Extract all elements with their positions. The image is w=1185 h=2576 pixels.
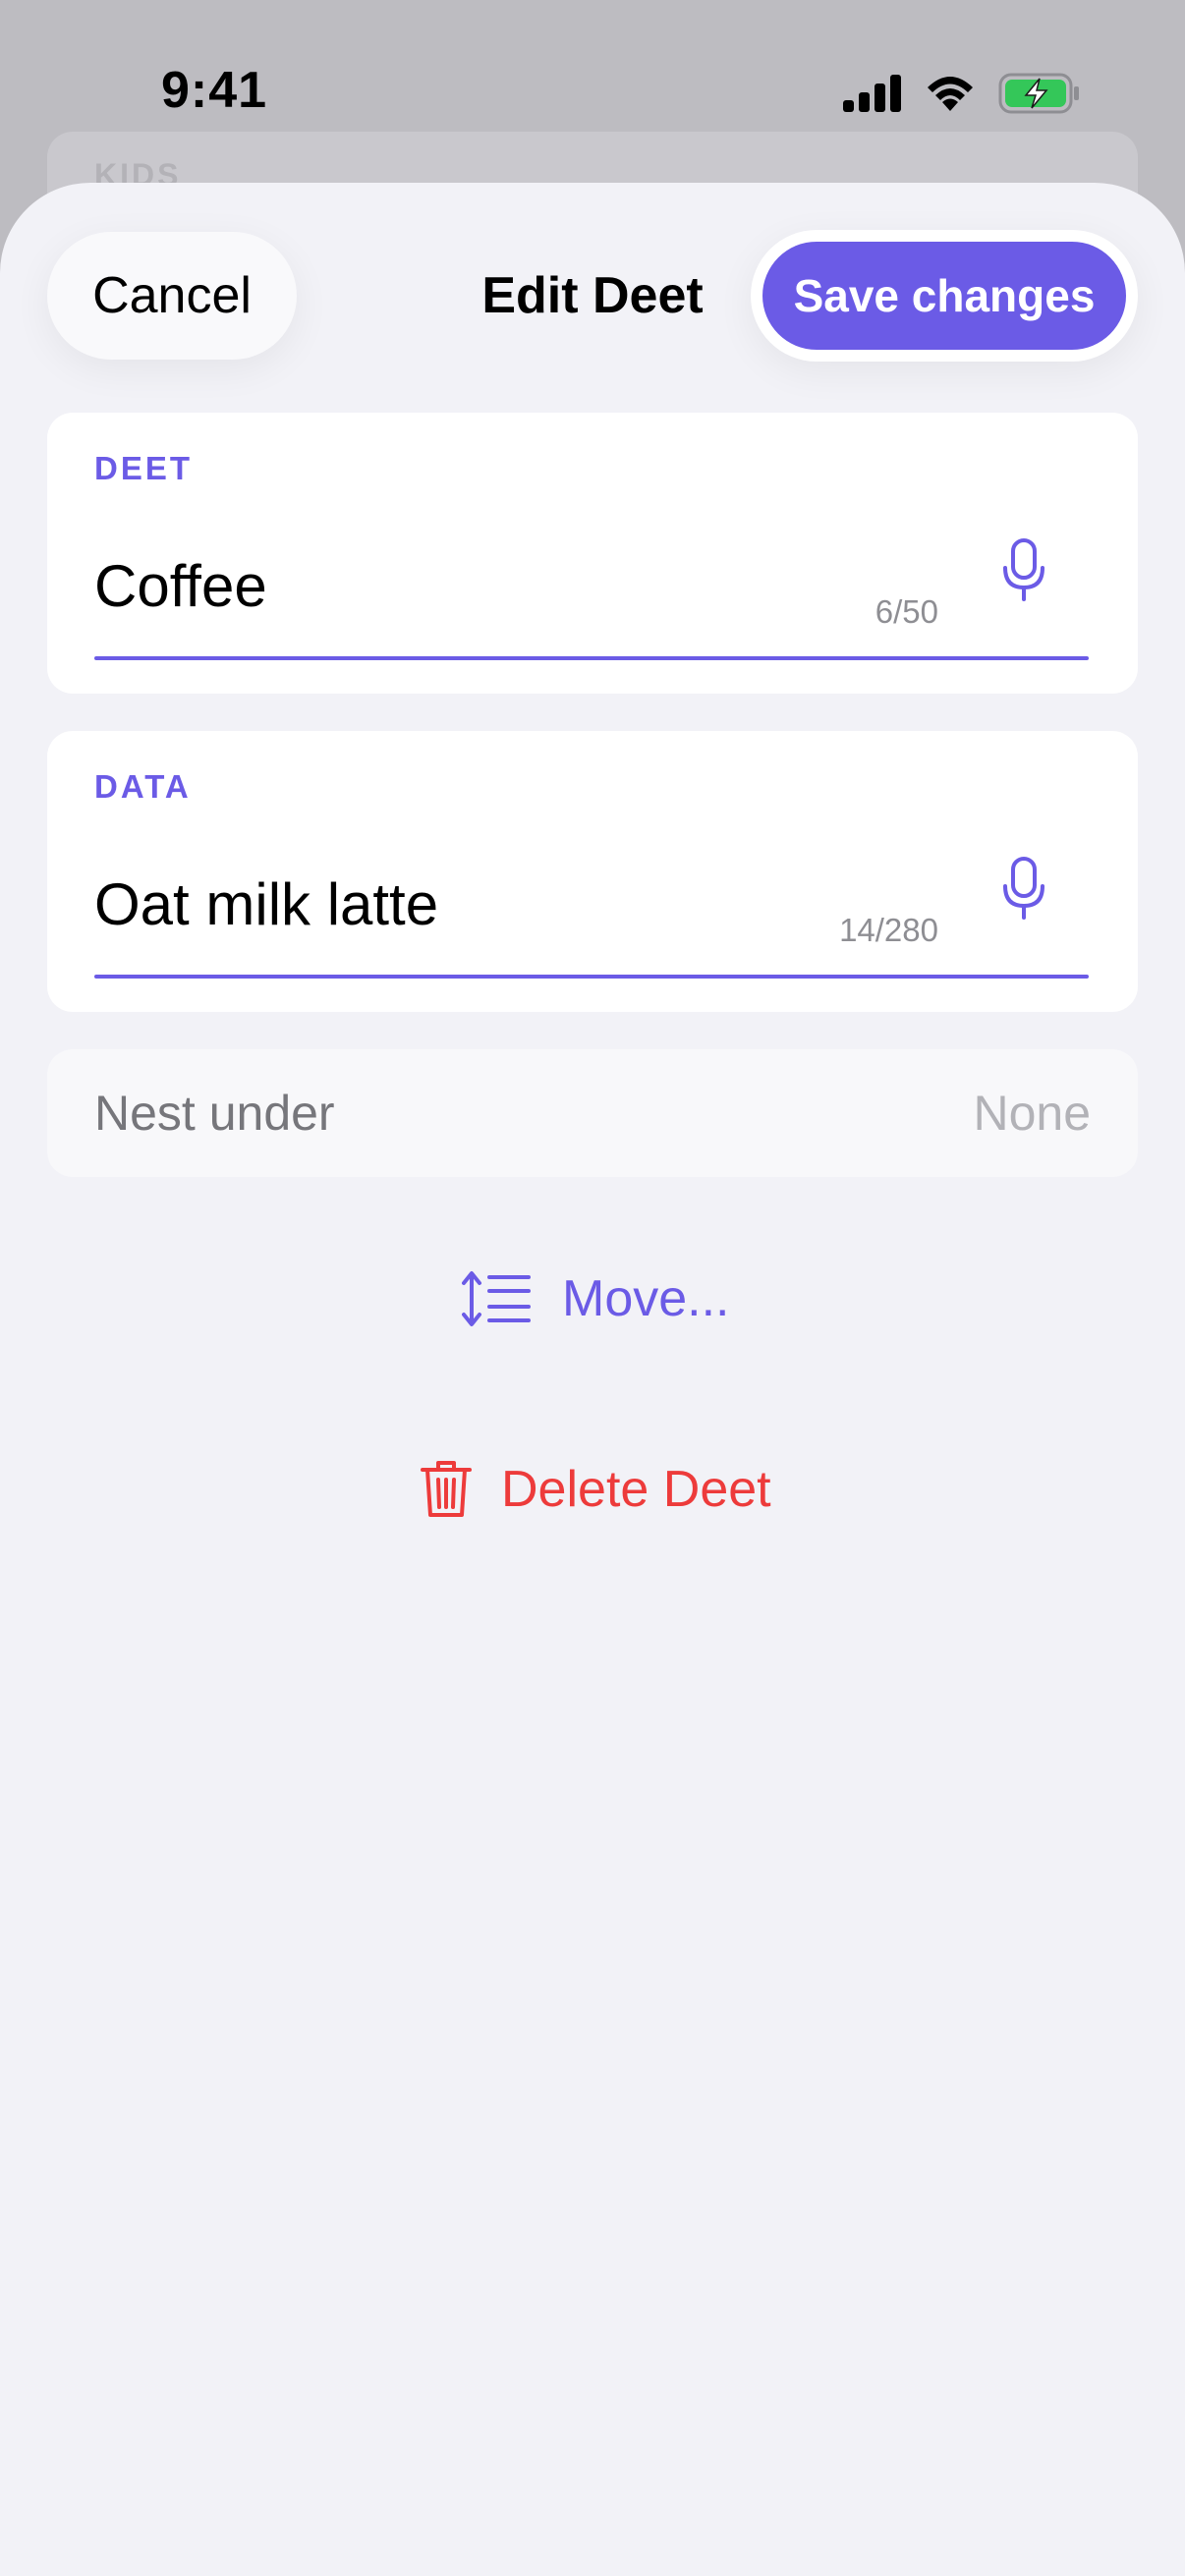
deet-field-underline: [94, 656, 1089, 660]
nest-under-row[interactable]: Nest under None: [47, 1049, 1138, 1177]
deet-input[interactable]: Coffee: [94, 552, 267, 620]
cancel-button[interactable]: Cancel: [47, 232, 297, 360]
microphone-icon[interactable]: [1002, 857, 1045, 920]
nest-under-value: None: [973, 1086, 1091, 1141]
data-field-underline: [94, 975, 1089, 979]
microphone-icon[interactable]: [1002, 538, 1045, 601]
save-changes-button[interactable]: Save changes: [762, 242, 1126, 350]
deet-character-counter: 6/50: [875, 593, 938, 630]
delete-deet-label: Delete Deet: [501, 1461, 771, 1518]
wifi-icon: [928, 77, 973, 111]
move-button[interactable]: Move...: [462, 1260, 730, 1338]
sheet-title: Edit Deet: [481, 267, 704, 324]
cellular-signal-icon: [843, 75, 901, 112]
trash-icon: [421, 1461, 472, 1517]
status-time: 9:41: [160, 62, 268, 119]
data-field-label: DATA: [94, 768, 192, 805]
nest-under-label: Nest under: [94, 1086, 335, 1141]
delete-deet-button[interactable]: Delete Deet: [421, 1450, 771, 1529]
data-input[interactable]: Oat milk latte: [94, 870, 438, 938]
reorder-list-icon: [462, 1271, 531, 1326]
status-icons: [843, 73, 1081, 114]
battery-charging-icon: [998, 73, 1079, 114]
deet-field-card: DEET Coffee 6/50: [47, 413, 1138, 694]
move-label: Move...: [562, 1270, 730, 1327]
edit-deet-sheet: Cancel Edit Deet Save changes DEET Coffe…: [0, 183, 1185, 2576]
save-button-container: Save changes: [751, 230, 1138, 362]
data-field-card: DATA Oat milk latte 14/280: [47, 731, 1138, 1012]
data-character-counter: 14/280: [839, 912, 938, 948]
deet-field-label: DEET: [94, 450, 194, 486]
